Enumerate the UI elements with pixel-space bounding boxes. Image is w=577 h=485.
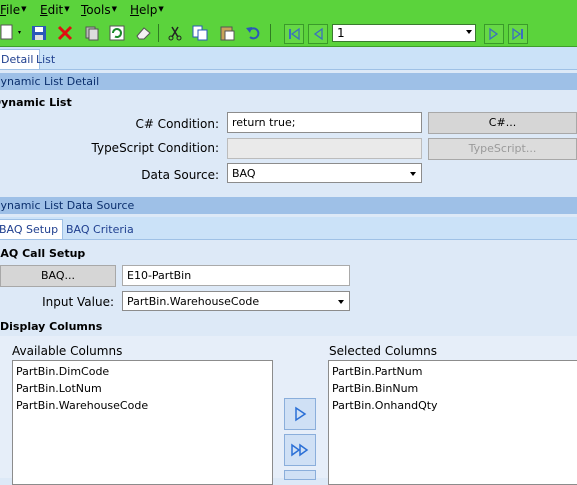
move-right-button[interactable]	[284, 398, 316, 430]
selected-columns-list[interactable]: PartBin.PartNum PartBin.BinNum PartBin.O…	[328, 360, 577, 485]
cs-condition-field[interactable]: return true;	[227, 112, 422, 133]
list-item[interactable]: PartBin.WarehouseCode	[16, 397, 269, 414]
list-item[interactable]: PartBin.BinNum	[332, 380, 576, 397]
data-source-label: Data Source:	[141, 168, 219, 182]
group-dynamic-list: Dynamic List	[0, 96, 72, 109]
typescript-condition-label: TypeScript Condition:	[91, 141, 220, 155]
chevron-down-icon[interactable]	[338, 300, 344, 304]
undo-icon[interactable]	[244, 24, 262, 42]
list-item[interactable]: PartBin.PartNum	[332, 363, 576, 380]
clear-icon[interactable]	[83, 24, 101, 42]
previous-record-icon[interactable]	[308, 24, 328, 44]
main-tab-strip: Detail List	[0, 47, 577, 70]
menu-tools[interactable]: Tools▼	[81, 3, 117, 17]
menu-toolbar-bar: File▼ Edit▼ Tools▼ Help▼ 1	[0, 0, 577, 47]
toolbar-separator	[158, 24, 159, 42]
tab-baq-setup[interactable]: BAQ Setup	[0, 219, 64, 239]
menu-help[interactable]: Help▼	[130, 3, 164, 17]
typescript-button[interactable]: TypeScript...	[428, 138, 577, 160]
delete-icon[interactable]	[56, 24, 74, 42]
chevron-down-icon[interactable]	[466, 30, 472, 34]
cut-icon[interactable]	[166, 24, 184, 42]
copy-icon[interactable]	[191, 24, 209, 42]
refresh-icon[interactable]	[108, 24, 126, 42]
input-value-label: Input Value:	[42, 295, 114, 309]
tab-list[interactable]: List	[31, 50, 60, 70]
double-arrow-right-icon	[291, 443, 309, 457]
list-item[interactable]: PartBin.OnhandQty	[332, 397, 576, 414]
list-item[interactable]: PartBin.DimCode	[16, 363, 269, 380]
baq-tab-strip: BAQ Setup BAQ Criteria	[0, 217, 577, 240]
list-item[interactable]: PartBin.LotNum	[16, 380, 269, 397]
section-header-data-source: Dynamic List Data Source	[0, 197, 577, 214]
next-record-icon[interactable]	[484, 24, 504, 44]
tab-baq-criteria[interactable]: BAQ Criteria	[61, 220, 139, 240]
available-columns-label: Available Columns	[12, 344, 123, 358]
cs-button[interactable]: C#...	[428, 112, 577, 134]
record-position-combo[interactable]: 1	[332, 24, 476, 42]
data-source-combo[interactable]: BAQ	[227, 163, 422, 183]
selected-columns-label: Selected Columns	[329, 344, 438, 358]
move-left-button[interactable]	[284, 470, 316, 480]
last-record-icon[interactable]	[508, 24, 528, 44]
chevron-down-icon[interactable]	[410, 172, 416, 176]
typescript-condition-field[interactable]	[227, 138, 422, 159]
cs-condition-label: C# Condition:	[135, 117, 219, 131]
paste-icon[interactable]	[218, 24, 236, 42]
save-icon[interactable]	[30, 24, 48, 42]
group-baq-call-setup: BAQ Call Setup	[0, 247, 86, 260]
menu-edit[interactable]: Edit▼	[40, 3, 70, 17]
available-columns-list[interactable]: PartBin.DimCode PartBin.LotNum PartBin.W…	[12, 360, 273, 485]
menu-file[interactable]: File▼	[0, 3, 26, 17]
eraser-icon[interactable]	[134, 24, 152, 42]
move-all-right-button[interactable]	[284, 434, 316, 466]
baq-button[interactable]: BAQ...	[0, 265, 116, 287]
toolbar-separator	[270, 24, 271, 42]
group-display-columns: Display Columns	[0, 320, 103, 333]
first-record-icon[interactable]	[284, 24, 304, 44]
new-icon[interactable]	[0, 24, 24, 42]
baq-id-field[interactable]: E10-PartBin	[122, 265, 350, 286]
section-header-detail: Dynamic List Detail	[0, 73, 577, 90]
input-value-combo[interactable]: PartBin.WarehouseCode	[122, 291, 350, 311]
arrow-right-icon	[295, 406, 307, 422]
